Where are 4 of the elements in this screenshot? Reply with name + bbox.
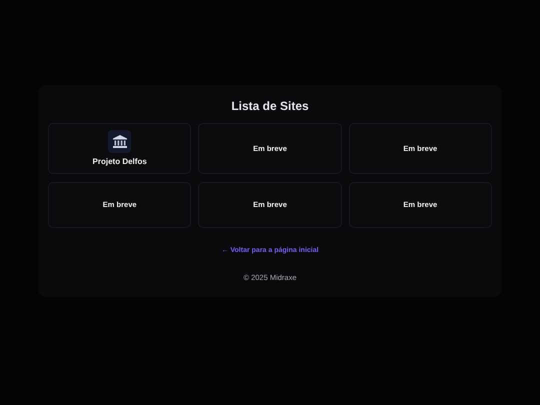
bank-icon xyxy=(112,134,127,148)
page-title: Lista de Sites xyxy=(230,98,310,115)
site-card[interactable]: Projeto Delfos xyxy=(48,123,192,174)
site-label: Projeto Delfos xyxy=(92,156,147,168)
